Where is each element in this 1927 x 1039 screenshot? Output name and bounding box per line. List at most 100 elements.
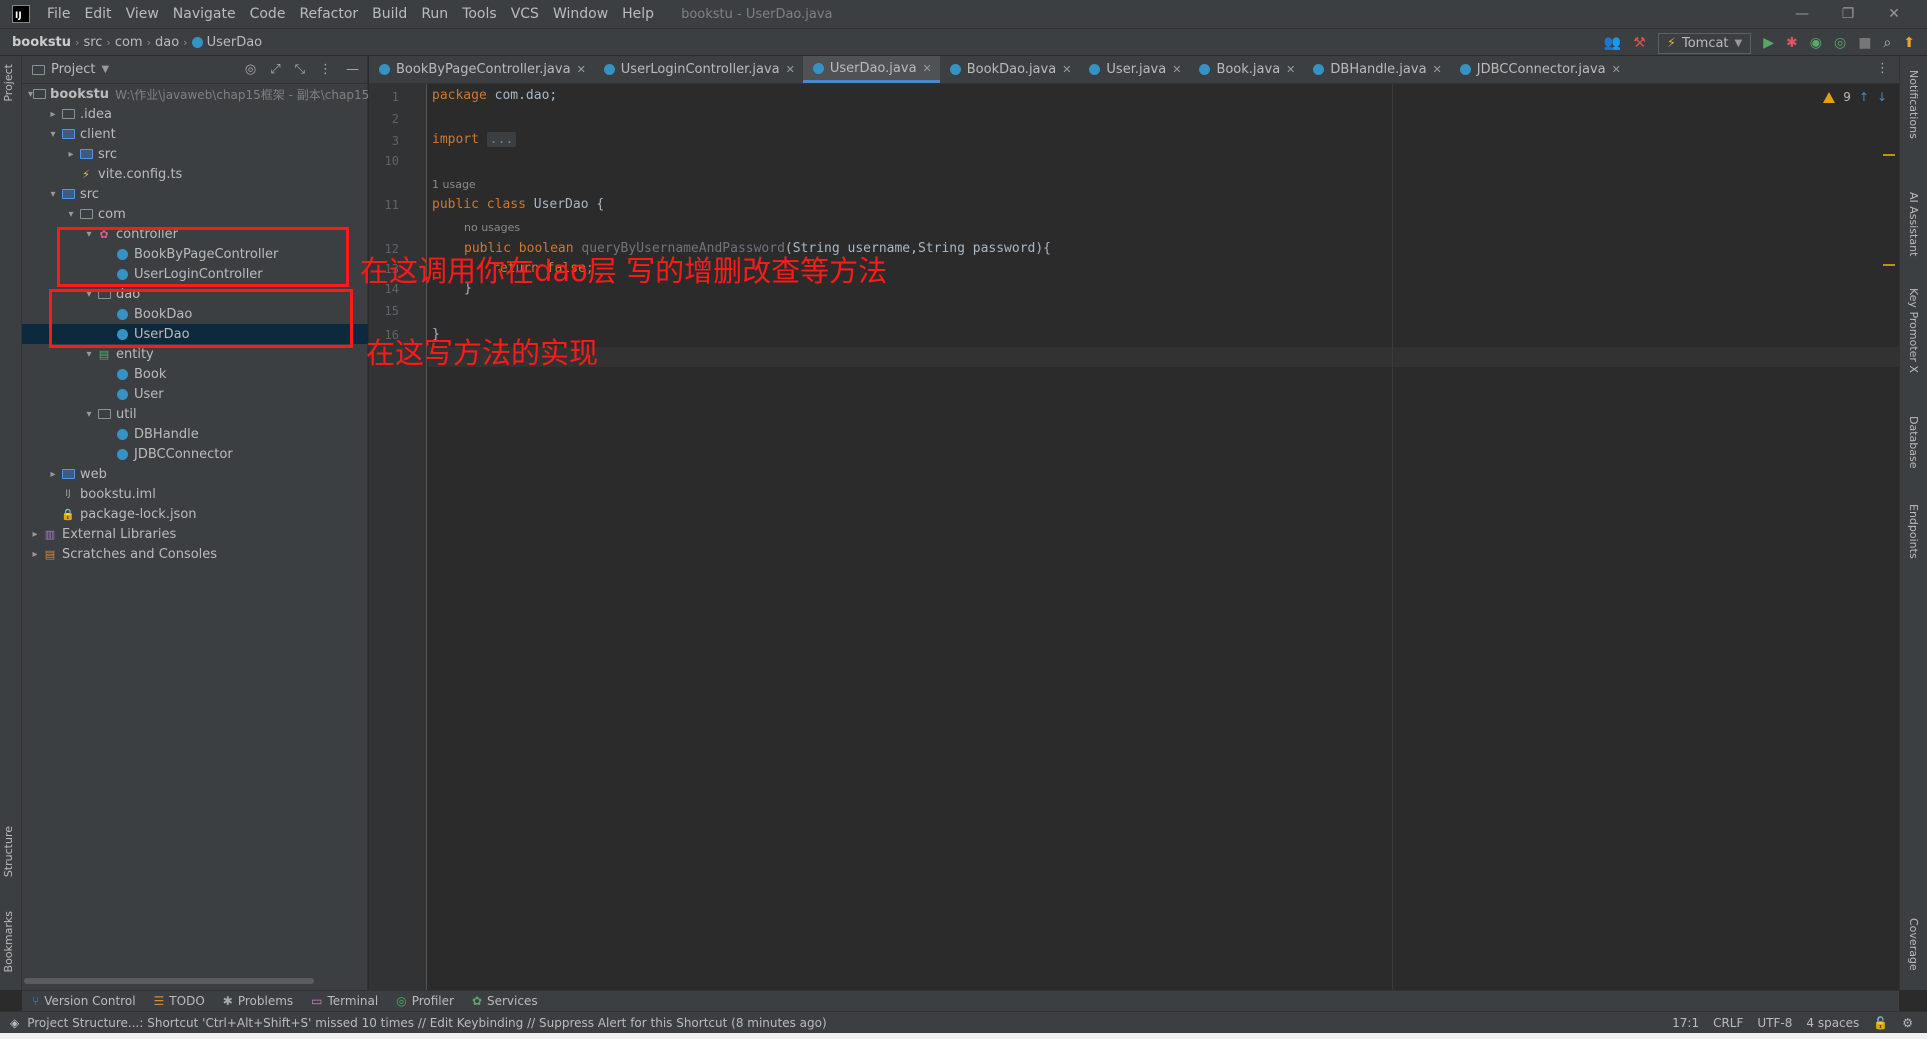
ai-assistant-tool-tab[interactable]: AI Assistant <box>1907 192 1920 256</box>
menu-edit[interactable]: Edit <box>77 6 118 22</box>
line-number[interactable]: 11 <box>369 198 399 212</box>
tree-item-util[interactable]: ▾ util <box>22 404 368 424</box>
profile-icon[interactable]: ◎ <box>1834 35 1846 51</box>
close-tab-icon[interactable]: ✕ <box>786 63 795 76</box>
caret-position[interactable]: 17:1 <box>1672 1016 1699 1030</box>
tree-item-client[interactable]: ▾ client <box>22 124 368 144</box>
memory-indicator-icon[interactable]: ⚙ <box>1902 1016 1913 1030</box>
error-stripe-mark[interactable] <box>1883 264 1895 266</box>
close-tab-icon[interactable]: ✕ <box>577 63 586 76</box>
chevron-right-icon[interactable]: ▸ <box>28 549 42 560</box>
menu-vcs[interactable]: VCS <box>504 6 546 22</box>
code-editor[interactable]: package com.dao; import ... 1 usage publ… <box>428 84 1899 990</box>
horizontal-scrollbar[interactable] <box>24 978 314 984</box>
editor-tab-dbhandle-java[interactable]: DBHandle.java ✕ <box>1303 56 1449 83</box>
tree-item-user[interactable]: User <box>22 384 368 404</box>
file-encoding[interactable]: UTF-8 <box>1757 1016 1792 1030</box>
close-tab-icon[interactable]: ✕ <box>1062 63 1071 76</box>
tree-item-bookstu-iml[interactable]: IJ bookstu.iml <box>22 484 368 504</box>
code-line-11[interactable]: public class UserDao { <box>432 197 604 212</box>
tree-item-vite-config-ts[interactable]: ⚡ vite.config.ts <box>22 164 368 184</box>
line-number[interactable]: 2 <box>369 112 399 126</box>
project-panel-title[interactable]: Project <box>51 62 95 77</box>
menu-code[interactable]: Code <box>243 6 293 22</box>
editor-tab-userdao-java[interactable]: UserDao.java ✕ <box>802 56 940 83</box>
menu-build[interactable]: Build <box>365 6 414 22</box>
breadcrumb-dao[interactable]: dao <box>155 35 179 50</box>
editor-tab-book-java[interactable]: Book.java ✕ <box>1189 56 1303 83</box>
line-number[interactable]: 1 <box>369 90 399 104</box>
close-tab-icon[interactable]: ✕ <box>923 62 932 75</box>
editor-tab-bookbypagecontroller-java[interactable]: BookByPageController.java ✕ <box>369 56 594 83</box>
breadcrumb-com[interactable]: com <box>115 35 143 50</box>
menu-refactor[interactable]: Refactor <box>292 6 365 22</box>
layers-icon[interactable]: ◈ <box>10 1016 19 1030</box>
tree-item-bookstu[interactable]: ▾ bookstu W:\作业\javaweb\chap15框架 - 副本\chap… <box>22 84 369 104</box>
chevron-right-icon[interactable]: ▸ <box>46 469 60 480</box>
prev-highlight-icon[interactable]: ↑ <box>1859 90 1869 104</box>
close-tab-icon[interactable]: ✕ <box>1612 63 1621 76</box>
close-tab-icon[interactable]: ✕ <box>1286 63 1295 76</box>
chevron-down-icon[interactable]: ▾ <box>46 189 60 200</box>
chevron-down-icon[interactable]: ▼ <box>101 64 109 75</box>
chevron-right-icon[interactable]: ▸ <box>28 529 42 540</box>
version-control-tab[interactable]: ⑂ Version Control <box>32 994 136 1008</box>
tree-item-package-lock-json[interactable]: 🔒 package-lock.json <box>22 504 368 524</box>
stop-icon[interactable]: ■ <box>1858 35 1871 51</box>
tree-item-com[interactable]: ▾ com <box>22 204 368 224</box>
editor-tab-bookdao-java[interactable]: BookDao.java ✕ <box>940 56 1080 83</box>
close-tab-icon[interactable]: ✕ <box>1433 63 1442 76</box>
locate-file-icon[interactable]: ◎ <box>245 62 256 77</box>
notifications-tool-tab[interactable]: Notifications <box>1907 70 1920 139</box>
tabs-options-icon[interactable]: ⋮ <box>1876 61 1889 76</box>
indent-setting[interactable]: 4 spaces <box>1806 1016 1859 1030</box>
tree-item-book[interactable]: Book <box>22 364 368 384</box>
bookmarks-tool-tab[interactable]: Bookmarks <box>2 911 15 972</box>
restore-button[interactable]: ❐ <box>1825 6 1871 22</box>
tree-item-external-libraries[interactable]: ▸ ▥ External Libraries <box>22 524 368 544</box>
users-icon[interactable]: 👥 <box>1604 35 1621 51</box>
menu-file[interactable]: File <box>40 6 77 22</box>
services-tab[interactable]: ✿ Services <box>472 994 538 1008</box>
line-number[interactable]: 3 <box>369 134 399 148</box>
coverage-run-icon[interactable]: ◉ <box>1810 35 1822 51</box>
menu-help[interactable]: Help <box>615 6 661 22</box>
chevron-down-icon[interactable]: ▾ <box>82 349 96 360</box>
folded-imports[interactable]: ... <box>486 132 517 147</box>
breadcrumb-userdao[interactable]: UserDao <box>207 35 263 50</box>
tree-item-src[interactable]: ▾ src <box>22 184 368 204</box>
search-icon[interactable]: ⌕ <box>1883 35 1891 51</box>
key-promoter-tool-tab[interactable]: Key Promoter X <box>1907 288 1920 373</box>
editor-tab-user-java[interactable]: User.java ✕ <box>1079 56 1189 83</box>
chevron-right-icon[interactable]: ▸ <box>46 109 60 120</box>
run-config-selector[interactable]: ⚡ Tomcat ▼ <box>1657 32 1752 54</box>
menu-navigate[interactable]: Navigate <box>166 6 243 22</box>
endpoints-tool-tab[interactable]: Endpoints <box>1907 504 1920 559</box>
close-tab-icon[interactable]: ✕ <box>1172 63 1181 76</box>
chevron-down-icon[interactable]: ▾ <box>82 409 96 420</box>
tree-item-jdbcconnector[interactable]: JDBCConnector <box>22 444 368 464</box>
next-highlight-icon[interactable]: ↓ <box>1877 90 1887 104</box>
intellij-logo-icon[interactable]: IJ <box>12 5 30 23</box>
menu-run[interactable]: Run <box>414 6 455 22</box>
problems-tab[interactable]: ✱ Problems <box>223 994 293 1008</box>
coverage-tool-tab[interactable]: Coverage <box>1907 918 1920 971</box>
project-tool-tab[interactable]: Project <box>2 64 15 102</box>
code-line-3[interactable]: import ... <box>432 132 517 147</box>
todo-tab[interactable]: ☰ TODO <box>154 994 205 1008</box>
database-tool-tab[interactable]: Database <box>1907 416 1920 469</box>
no-usages-hint[interactable]: no usages <box>464 221 520 234</box>
debug-icon[interactable]: ✱ <box>1786 35 1798 51</box>
usage-hint[interactable]: 1 usage <box>432 178 476 191</box>
hammer-icon[interactable]: ⚒ <box>1633 35 1646 51</box>
menu-window[interactable]: Window <box>546 6 615 22</box>
tree-item-scratches-and-consoles[interactable]: ▸ ▤ Scratches and Consoles <box>22 544 368 564</box>
line-separator[interactable]: CRLF <box>1713 1016 1743 1030</box>
status-message[interactable]: Project Structure...: Shortcut 'Ctrl+Alt… <box>27 1016 826 1030</box>
editor-tab-jdbcconnector-java[interactable]: JDBCConnector.java ✕ <box>1450 56 1629 83</box>
breadcrumb-project[interactable]: bookstu <box>12 35 71 50</box>
line-number[interactable]: 15 <box>369 304 399 318</box>
collapse-all-icon[interactable]: ⤡ <box>295 62 305 77</box>
tree-item-dbhandle[interactable]: DBHandle <box>22 424 368 444</box>
chevron-down-icon[interactable]: ▾ <box>64 209 78 220</box>
